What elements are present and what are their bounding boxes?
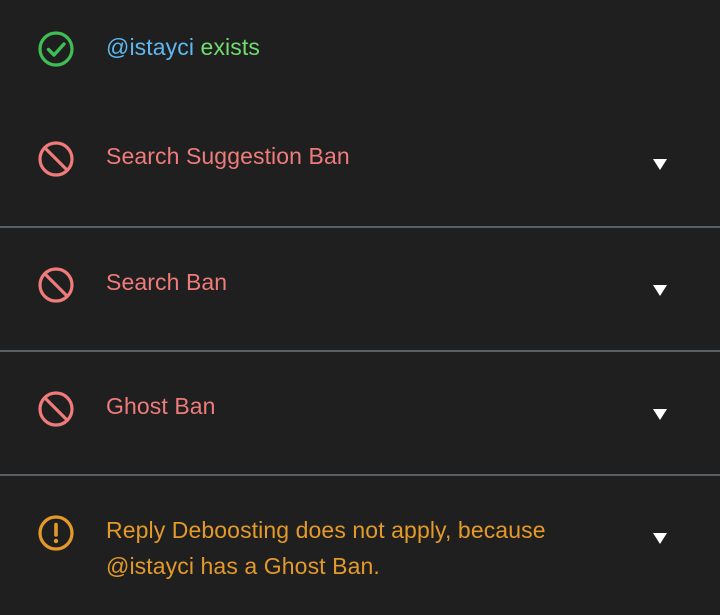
check-label: Reply Deboosting does not apply, because…	[106, 517, 546, 579]
check-label: Search Ban	[106, 269, 228, 295]
check-row-reply-deboosting[interactable]: Reply Deboosting does not apply, because…	[0, 478, 720, 615]
account-status-row: @istayci exists	[0, 0, 720, 98]
check-circle-icon	[37, 30, 75, 68]
check-label: Ghost Ban	[106, 393, 216, 419]
ban-icon	[37, 140, 75, 178]
account-handle: @istayci	[106, 34, 195, 60]
check-row-search-suggestion-ban[interactable]: Search Suggestion Ban	[0, 98, 720, 228]
chevron-down-icon[interactable]	[651, 529, 669, 547]
check-row-search-ban[interactable]: Search Ban	[0, 230, 720, 352]
warning-circle-icon	[37, 514, 75, 552]
ban-icon	[37, 266, 75, 304]
exists-label: exists	[194, 34, 260, 60]
chevron-down-icon[interactable]	[651, 281, 669, 299]
ban-icon	[37, 390, 75, 428]
check-label: Search Suggestion Ban	[106, 143, 350, 169]
account-status-text: @istayci exists	[106, 29, 260, 65]
chevron-down-icon[interactable]	[651, 405, 669, 423]
check-row-ghost-ban[interactable]: Ghost Ban	[0, 354, 720, 476]
chevron-down-icon[interactable]	[651, 155, 669, 173]
